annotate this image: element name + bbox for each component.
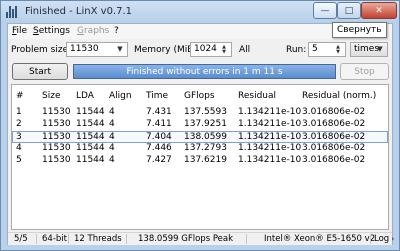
table-cell: 2 — [16, 119, 22, 129]
column-header[interactable]: LDA — [76, 91, 94, 101]
table-cell: 5 — [16, 155, 22, 165]
status-threads: 12 Threads — [74, 234, 122, 244]
table-row[interactable]: 4 11530 11544 4 7.446 137.2793 1.134211e-10 3.0… — [12, 143, 388, 155]
status-cpu: Intel® Xeon® E5-1650 v2 — [264, 234, 376, 244]
table-cell: 1.134211e-10 — [238, 132, 302, 142]
table-cell: 7.411 — [146, 119, 172, 129]
table-cell: 11530 — [42, 143, 71, 153]
status-arch: 64-bit — [42, 234, 67, 244]
table-cell: 4 — [109, 143, 115, 153]
menu-graphs[interactable]: Graphs — [77, 26, 109, 36]
maximize-button[interactable]: □ — [337, 2, 361, 19]
table-cell: 3.016806e-02 — [302, 143, 366, 153]
start-button[interactable]: Start — [12, 63, 68, 80]
problem-size-combo[interactable]: 11530 ▼ — [66, 42, 128, 57]
column-header[interactable]: Time — [146, 91, 168, 101]
title-bar[interactable]: Finished - LinX v0.7.1 — □ ✕ — [1, 1, 399, 23]
close-icon: ✕ — [375, 5, 383, 16]
table-cell: 1.134211e-10 — [238, 143, 302, 153]
table-cell: 11530 — [42, 107, 71, 117]
table-cell: 11544 — [76, 132, 105, 142]
table-cell: 3.016806e-02 — [302, 119, 366, 129]
chevron-right-icon: › — [389, 235, 395, 243]
table-row[interactable]: 5 11530 11544 4 7.427 137.6219 1.134211e-10 3.0… — [12, 155, 388, 167]
log-label: Log — [374, 234, 390, 244]
minimize-icon: — — [320, 5, 330, 16]
menu-file[interactable]: File — [12, 26, 27, 36]
memory-input[interactable]: 1024 ▲ ▼ — [190, 42, 232, 57]
table-row[interactable]: 2 11530 11544 4 7.411 137.9251 1.134211e-10 3.0… — [12, 119, 388, 131]
table-row[interactable]: 1 11530 11544 4 7.431 137.5593 1.134211e-10 3.0… — [12, 107, 388, 119]
table-cell: 7.427 — [146, 155, 172, 165]
progress-bar: Finished without errors in 1 m 11 s — [73, 64, 336, 79]
table-cell: 7.431 — [146, 107, 172, 117]
table-cell: 4 — [109, 132, 115, 142]
table-cell: 137.9251 — [184, 119, 227, 129]
status-peak: 138.0599 GFlops Peak — [138, 234, 234, 244]
menu-settings[interactable]: Settings — [33, 26, 70, 36]
table-header: # Size LDA Align Time GFlops Residual Residual … — [12, 85, 388, 105]
progress-status-text: Finished without errors in 1 m 11 s — [126, 66, 283, 77]
column-header[interactable]: # — [16, 91, 24, 101]
column-header[interactable]: Residual — [238, 91, 276, 101]
run-count-value: 5 — [312, 44, 318, 54]
table-row[interactable]: 3 11530 11544 4 7.404 138.0599 1.134211e-10 3.0… — [12, 131, 388, 143]
table-cell: 1.134211e-10 — [238, 119, 302, 129]
table-cell: 11544 — [76, 119, 105, 129]
table-cell: 3 — [16, 132, 22, 142]
run-unit-combo[interactable]: times ▼ — [350, 42, 388, 57]
table-cell: 3.016806e-02 — [302, 132, 366, 142]
minimize-button[interactable]: — — [313, 2, 337, 19]
chevron-down-icon[interactable]: ▼ — [114, 44, 126, 55]
chevron-down-icon[interactable]: ▼ — [374, 44, 386, 55]
window-title: Finished - LinX v0.7.1 — [25, 6, 133, 17]
table-cell: 137.6219 — [184, 155, 227, 165]
table-cell: 137.2793 — [184, 143, 227, 153]
memory-spinner-icon[interactable]: ▲ ▼ — [218, 44, 230, 55]
status-runs: 5/5 — [14, 234, 28, 244]
table-cell: 11544 — [76, 107, 105, 117]
table-cell: 3.016806e-02 — [302, 107, 366, 117]
run-count-input[interactable]: 5 ▲ ▼ — [308, 42, 346, 57]
log-button[interactable]: Log › — [374, 234, 394, 244]
table-cell: 137.5593 — [184, 107, 227, 117]
table-cell: 11530 — [42, 155, 71, 165]
app-window: Finished - LinX v0.7.1 — □ ✕ Свернуть Fi… — [0, 0, 400, 251]
table-cell: 1.134211e-10 — [238, 107, 302, 117]
stop-button[interactable]: Stop — [340, 63, 389, 80]
table-cell: 4 — [16, 143, 22, 153]
table-cell: 3.016806e-02 — [302, 155, 366, 165]
table-cell: 7.446 — [146, 143, 172, 153]
status-bar: 5/5 64-bit 12 Threads 138.0599 GFlops Pe… — [8, 232, 394, 245]
table-cell: 1 — [16, 107, 22, 117]
column-header[interactable]: Size — [42, 91, 60, 101]
table-cell: 138.0599 — [184, 132, 227, 142]
column-header[interactable]: GFlops — [184, 91, 215, 101]
results-table[interactable]: # Size LDA Align Time GFlops Residual Residual … — [11, 84, 389, 230]
column-header[interactable]: Residual (norm.) — [302, 91, 376, 101]
table-cell: 11544 — [76, 143, 105, 153]
column-header[interactable]: Align — [109, 91, 132, 101]
table-cell: 4 — [109, 107, 115, 117]
minimize-tooltip: Свернуть — [332, 22, 387, 38]
close-button[interactable]: ✕ — [361, 2, 397, 19]
table-cell: 7.404 — [146, 132, 172, 142]
table-cell: 4 — [109, 119, 115, 129]
memory-value: 1024 — [194, 44, 217, 54]
table-cell: 11530 — [42, 119, 71, 129]
problem-size-label: Problem size: — [11, 45, 72, 55]
problem-size-value: 11530 — [70, 44, 99, 54]
run-label: Run: — [286, 45, 307, 55]
table-cell: 11530 — [42, 132, 71, 142]
table-cell: 1.134211e-10 — [238, 155, 302, 165]
menu-help[interactable]: ? — [114, 26, 119, 36]
table-cell: 11544 — [76, 155, 105, 165]
linx-app-icon — [6, 6, 19, 18]
table-cell: 4 — [109, 155, 115, 165]
maximize-icon: □ — [344, 5, 354, 16]
memory-all-label: All — [239, 45, 251, 55]
run-spinner-icon[interactable]: ▲ ▼ — [332, 44, 344, 55]
client-area: File Settings Graphs ? Problem size: 115… — [7, 23, 394, 245]
